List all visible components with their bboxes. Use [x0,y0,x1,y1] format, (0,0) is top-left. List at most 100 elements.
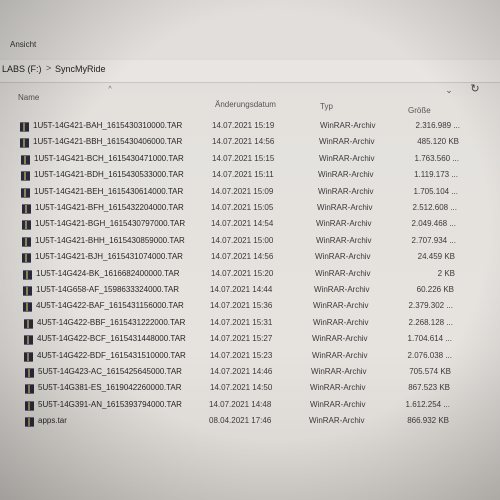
file-row[interactable]: 4U5T-14G422-BCF_1615431448000.TAR 14.07.2… [0,333,500,347]
tab-ansicht[interactable]: Ansicht [10,40,36,49]
file-row[interactable]: 1U5T-14G421-BDH_1615430533000.TAR 14.07.2… [0,169,500,183]
file-date: 14.07.2021 15:19 [212,121,275,130]
file-date: 14.07.2021 15:23 [210,350,273,360]
file-name[interactable]: 5U5T-14G391-AN_1615393794000.TAR [38,400,182,409]
column-header-date[interactable]: Änderungsdatum [215,100,276,109]
file-name[interactable]: 1U5T-14G421-BBH_1615430406000.TAR [33,137,182,146]
breadcrumb-separator-icon: > [46,63,52,73]
file-date: 14.07.2021 15:05 [211,203,274,212]
file-date: 14.07.2021 15:09 [211,186,274,196]
file-size: 1.119.173 ... [414,170,458,180]
file-name[interactable]: 4U5T-14G422-BAF_1615431156000.TAR [36,301,184,310]
file-type: WinRAR-Archiv [314,285,370,294]
file-row[interactable]: 4U5T-14G422-BDF_1615431510000.TAR 14.07.2… [0,350,500,364]
chevron-down-icon[interactable]: ⌄ [440,82,458,98]
file-type: WinRAR-Archiv [313,301,369,311]
file-size: 705.574 KB [409,367,451,376]
file-row[interactable]: 1U5T-14G421-BAH_1615430310000.TAR 14.07.2… [0,120,500,134]
winrar-archive-icon [23,302,32,313]
file-type: WinRAR-Archiv [310,383,366,393]
file-size: 2.076.038 ... [407,350,452,360]
file-row[interactable]: 1U5T-14G421-BGH_1615430797000.TAR 14.07.2… [0,218,500,232]
file-row[interactable]: 1U5T-14G421-BBH_1615430406000.TAR 14.07.2… [0,136,500,150]
winrar-archive-icon [25,417,34,428]
file-name[interactable]: 5U5T-14G381-ES_1619042260000.TAR [38,383,182,392]
winrar-archive-icon [21,171,30,182]
file-size: 2.316.989 ... [415,121,460,130]
chevron-up-icon[interactable]: ^ [106,86,114,94]
file-size: 2.512.608 ... [412,203,457,212]
file-date: 14.07.2021 14:56 [211,252,274,262]
file-name[interactable]: 1U5T-14G424-BK_1616682400000.TAR [36,269,180,278]
file-name[interactable]: 1U5T-14G421-BDH_1615430533000.TAR [34,170,184,179]
refresh-icon[interactable]: ↻ [464,80,486,98]
ribbon: Ansicht [0,0,500,58]
file-name[interactable]: apps.tar [38,416,67,425]
file-size: 866.932 KB [407,416,449,426]
file-type: WinRAR-Archiv [315,268,371,278]
file-type: WinRAR-Archiv [309,416,365,426]
file-name[interactable]: 1U5T-14G421-BHH_1615430859000.TAR [35,236,185,245]
file-name[interactable]: 1U5T-14G421-BCH_1615430471000.TAR [34,154,184,163]
breadcrumb-folder[interactable]: SyncMyRide [55,64,106,74]
file-name[interactable]: 1U5T-14G421-BAH_1615430310000.TAR [33,121,182,130]
file-type: WinRAR-Archiv [316,219,372,229]
file-date: 08.04.2021 17:46 [209,416,272,426]
file-row[interactable]: 4U5T-14G422-BAF_1615431156000.TAR 14.07.2… [0,300,500,314]
file-date: 14.07.2021 15:31 [210,317,273,327]
file-row[interactable]: 1U5T-14G421-BEH_1615430614000.TAR 14.07.2… [0,186,500,200]
file-type: WinRAR-Archiv [310,399,366,409]
file-type: WinRAR-Archiv [313,317,369,327]
file-name[interactable]: 1U5T-14G421-BJH_1615431074000.TAR [35,252,183,261]
file-date: 14.07.2021 15:36 [210,301,273,311]
file-date: 14.07.2021 14:54 [211,219,274,229]
column-header-type[interactable]: Typ [320,102,333,111]
file-row[interactable]: 5U5T-14G423-AC_1615425645000.TAR 14.07.20… [0,366,500,380]
column-header-size[interactable]: Größe [408,106,431,115]
file-size: 1.612.254 ... [405,399,450,409]
winrar-archive-icon [25,400,34,411]
file-name[interactable]: 1U5T-14G421-BFH_1615432204000.TAR [35,203,184,212]
file-size: 2.268.128 ... [408,317,453,327]
file-type: WinRAR-Archiv [318,186,374,196]
file-row[interactable]: 1U5T-14G421-BHH_1615430859000.TAR 14.07.2… [0,235,500,249]
file-name[interactable]: 4U5T-14G422-BDF_1615431510000.TAR [37,351,186,360]
winrar-archive-icon [20,122,29,132]
file-row[interactable]: 5U5T-14G381-ES_1619042260000.TAR 14.07.20… [0,382,500,396]
file-row[interactable]: 1U5T-14G421-BJH_1615431074000.TAR 14.07.2… [0,251,500,265]
file-size: 1.763.560 ... [414,153,459,163]
file-row[interactable]: 4U5T-14G422-BBF_1615431222000.TAR 14.07.2… [0,317,500,331]
file-date: 14.07.2021 15:11 [212,170,274,180]
winrar-archive-icon [24,335,33,346]
file-name[interactable]: 4U5T-14G422-BBF_1615431222000.TAR [37,318,185,327]
file-name[interactable]: 1U5T-14G658-AF_1598633324000.TAR [36,285,179,294]
file-date: 14.07.2021 14:46 [210,367,273,376]
file-date: 14.07.2021 14:56 [212,137,275,147]
file-row[interactable]: 1U5T-14G421-BCH_1615430471000.TAR 14.07.2… [0,153,500,167]
winrar-archive-icon [21,187,30,198]
file-name[interactable]: 1U5T-14G421-BGH_1615430797000.TAR [35,219,185,228]
winrar-archive-icon [21,154,30,165]
file-type: WinRAR-Archiv [316,235,372,245]
file-type: WinRAR-Archiv [312,334,368,344]
column-header-name[interactable]: Name [18,93,39,102]
file-type: WinRAR-Archiv [312,350,368,360]
file-date: 14.07.2021 15:27 [210,334,273,344]
file-row[interactable]: 1U5T-14G421-BFH_1615432204000.TAR 14.07.2… [0,202,500,216]
file-row[interactable]: apps.tar 08.04.2021 17:46 WinRAR-Archiv 866… [0,415,500,429]
file-name[interactable]: 1U5T-14G421-BEH_1615430614000.TAR [34,187,183,196]
file-size: 60.226 KB [416,285,454,294]
file-size: 485.120 KB [417,137,459,147]
file-size: 2.049.468 ... [411,219,456,229]
file-row[interactable]: 5U5T-14G391-AN_1615393794000.TAR 14.07.20… [0,399,500,413]
breadcrumb-drive[interactable]: LABS (F:) [2,64,42,74]
winrar-archive-icon [25,368,34,378]
file-name[interactable]: 4U5T-14G422-BCF_1615431448000.TAR [37,334,186,343]
file-name[interactable]: 5U5T-14G423-AC_1615425645000.TAR [38,367,182,376]
file-type: WinRAR-Archiv [319,153,375,163]
file-row[interactable]: 1U5T-14G424-BK_1616682400000.TAR 14.07.20… [0,268,500,282]
file-size: 2 KB [437,268,455,278]
file-size: 867.523 KB [408,383,450,393]
file-row[interactable]: 1U5T-14G658-AF_1598633324000.TAR 14.07.20… [0,284,500,298]
winrar-archive-icon [23,269,32,280]
